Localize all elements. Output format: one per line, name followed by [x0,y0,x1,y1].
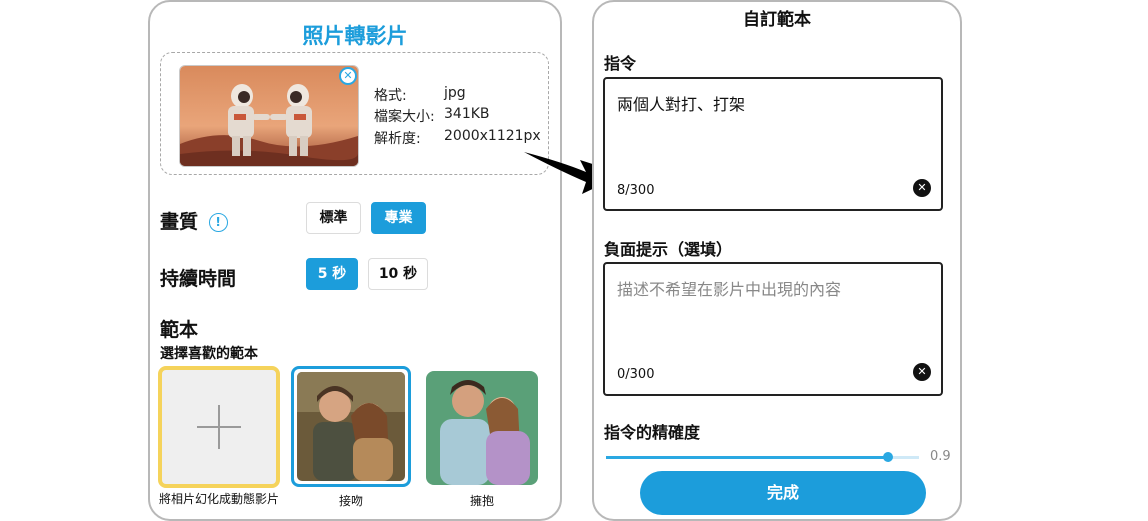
quality-row: 畫質 ! [160,207,228,234]
prompt-label: 指令 [604,54,637,73]
negative-prompt-label: 負面提示（選填） [604,240,733,259]
clear-circle-icon[interactable]: ✕ [913,179,931,197]
format-label: 格式: [374,88,407,104]
negative-prompt-placeholder[interactable]: 描述不希望在影片中出現的內容 [617,276,841,300]
file-format: 格式: jpg [374,85,466,105]
couple-kiss-image [297,372,405,481]
file-resolution: 解析度: 2000x1121px [374,128,541,148]
quality-label: 畫質 [160,211,199,233]
astronauts-handshake-image [180,66,358,166]
quality-pro-button[interactable]: 專業 [371,202,426,234]
uploaded-image-thumbnail [179,65,359,167]
precision-slider-thumb[interactable] [882,452,893,462]
file-size: 檔案大小: 341KB [374,106,490,126]
precision-slider-fill [606,456,888,459]
prompt-text[interactable]: 兩個人對打、打架 [617,91,745,115]
prompt-char-count: 8/300 [617,183,655,198]
format-value: jpg [444,85,466,101]
duration-10s-button[interactable]: 10 秒 [368,258,428,290]
resolution-label: 解析度: [374,131,421,147]
close-circle-icon[interactable]: ✕ [339,67,357,85]
plus-icon [197,405,241,449]
template-title: 範本 [160,319,199,341]
panel-title: 自訂範本 [743,10,811,30]
prompt-input[interactable]: 兩個人對打、打架 8/300 ✕ [603,77,943,211]
template-kiss-card[interactable] [291,366,411,487]
template-add-label: 將相片幻化成動態影片 [158,492,279,506]
duration-5s-button[interactable]: 5 秒 [306,258,358,290]
negative-prompt-input[interactable]: 描述不希望在影片中出現的內容 0/300 ✕ [603,262,943,396]
template-hug-card[interactable] [426,371,538,485]
size-value: 341KB [444,106,490,122]
upload-area[interactable]: ✕ 格式: jpg 檔案大小: 341KB 解析度: 2000x1121px [160,52,549,175]
info-icon[interactable]: ! [208,213,228,232]
photo-to-video-panel: 照片轉影片 ✕ 格式: jpg 檔案大小: 341KB 解析度: 2000x11… [148,0,562,521]
panel-title: 照片轉影片 [302,24,408,48]
template-kiss-label: 接吻 [338,494,363,508]
negative-char-count: 0/300 [617,367,655,382]
size-label: 檔案大小: [374,109,435,125]
template-add-card[interactable] [158,366,280,488]
quality-standard-button[interactable]: 標準 [306,202,361,234]
duration-label: 持續時間 [160,268,237,290]
clear-circle-icon[interactable]: ✕ [913,363,931,381]
template-hug-label: 擁抱 [469,494,494,508]
done-button[interactable]: 完成 [640,471,926,515]
custom-template-panel: 自訂範本 指令 兩個人對打、打架 8/300 ✕ 負面提示（選填） 描述不希望在… [592,0,962,521]
precision-label: 指令的精確度 [604,423,701,442]
precision-slider[interactable] [606,452,919,462]
template-subtitle: 選擇喜歡的範本 [160,346,258,362]
precision-value: 0.9 [930,449,951,464]
couple-hug-image [426,371,538,485]
